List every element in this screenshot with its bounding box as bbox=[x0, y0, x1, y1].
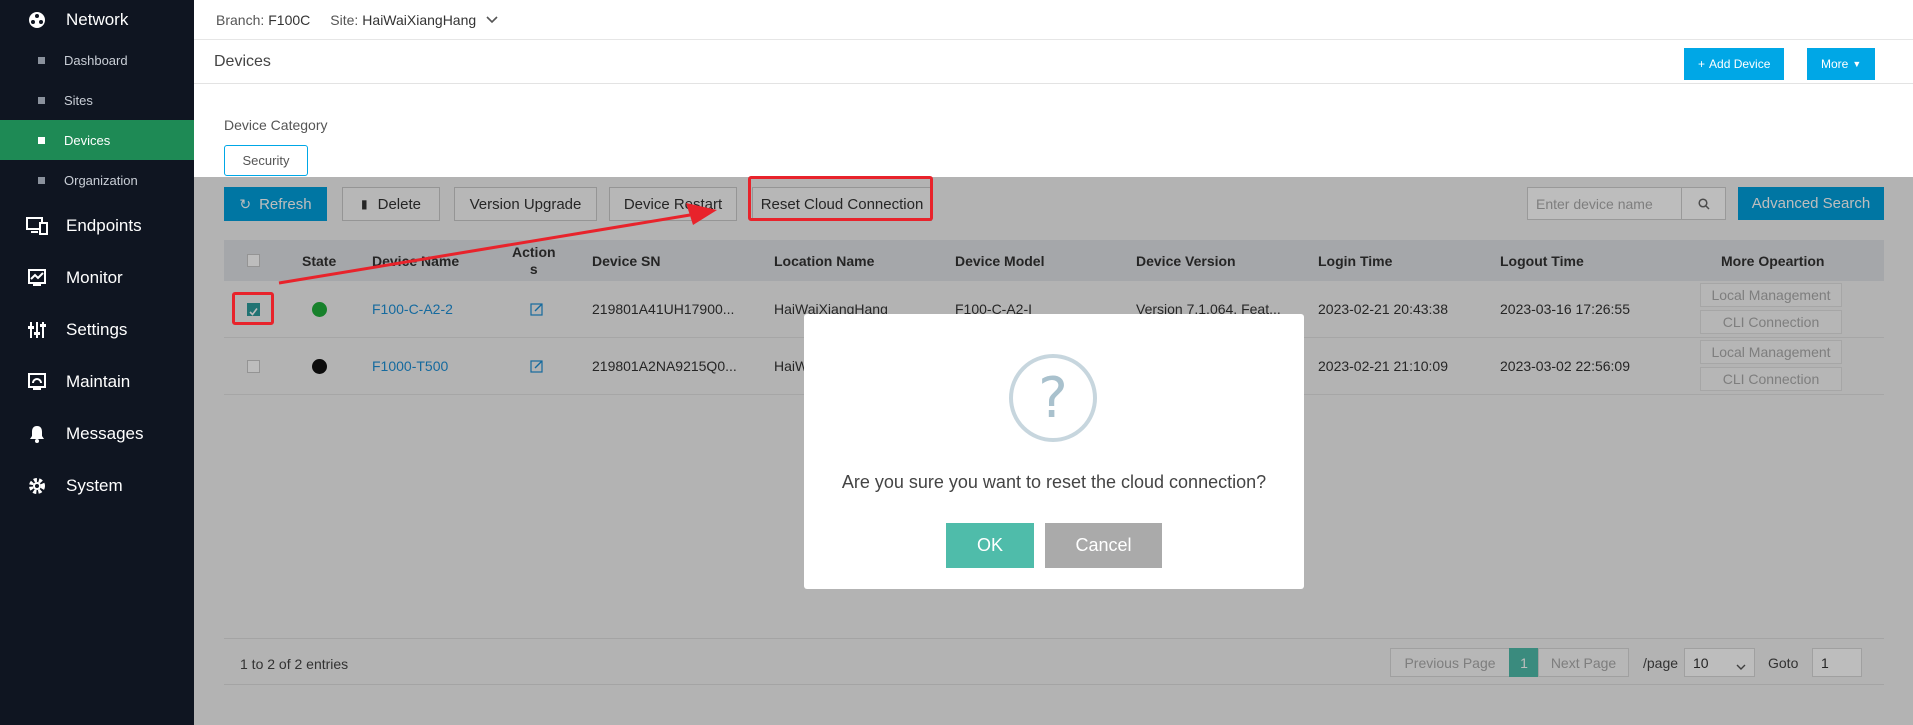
question-icon: ? bbox=[1009, 354, 1097, 442]
dialog-message: Are you sure you want to reset the cloud… bbox=[841, 472, 1267, 492]
confirm-dialog: ? Are you sure you want to reset the clo… bbox=[804, 314, 1304, 589]
ok-button[interactable]: OK bbox=[946, 523, 1034, 568]
cancel-button[interactable]: Cancel bbox=[1045, 523, 1162, 568]
